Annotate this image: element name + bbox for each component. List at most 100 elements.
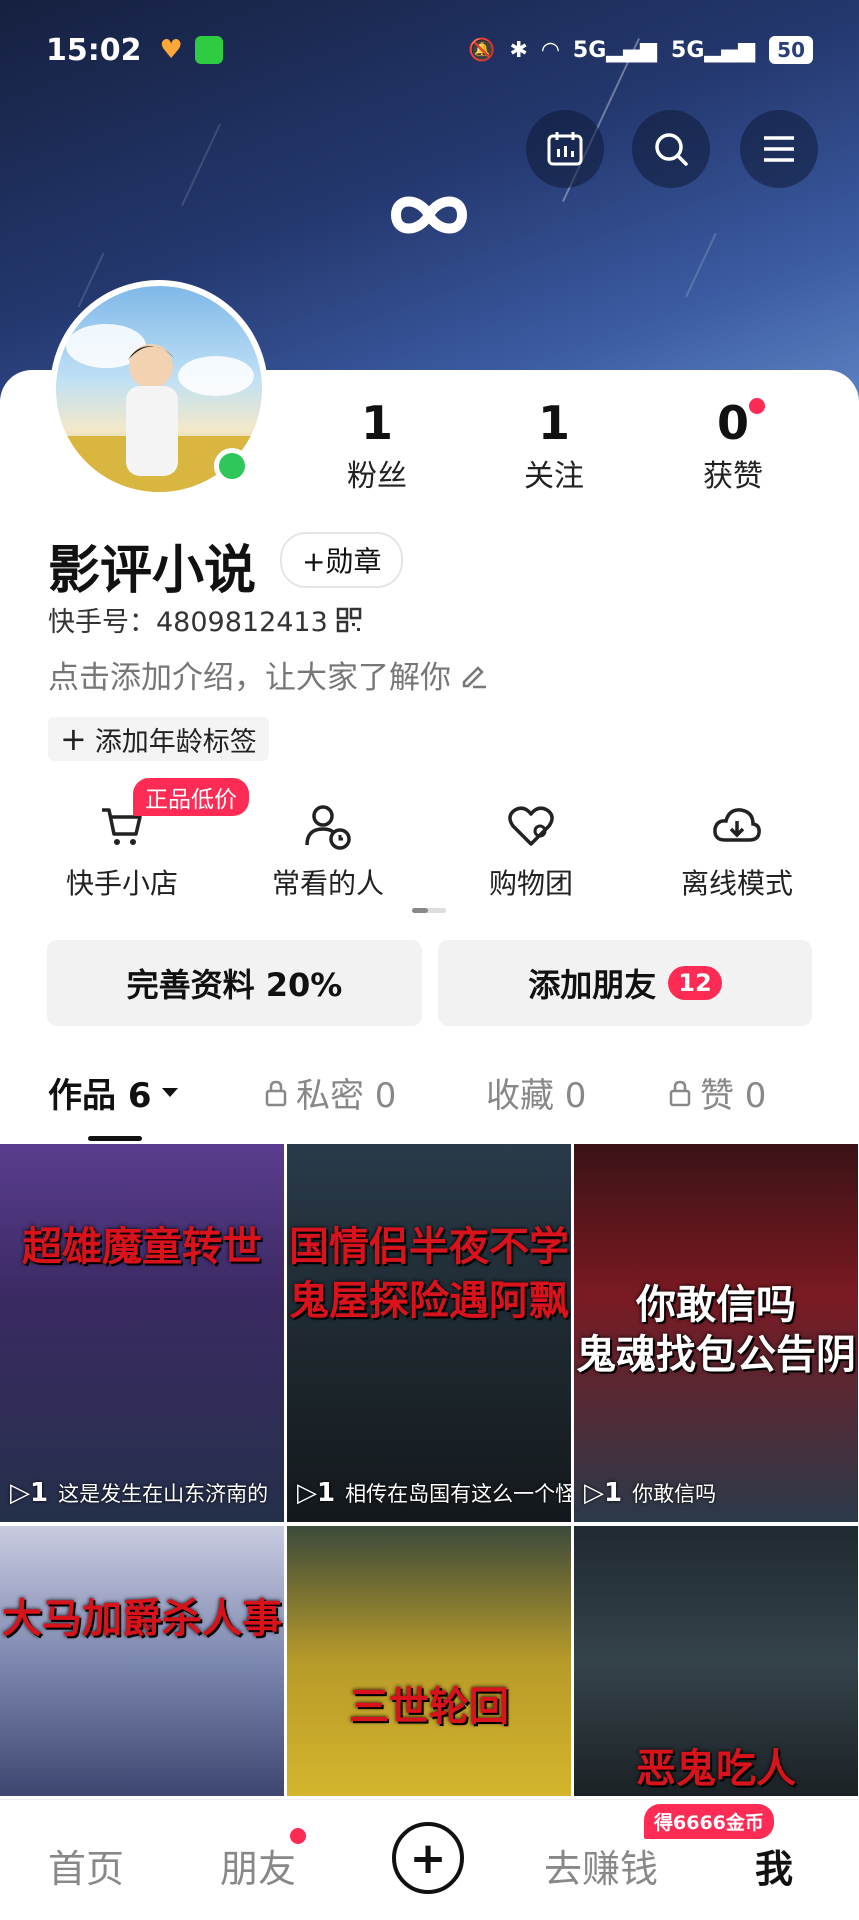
video-thumbnail[interactable]: 恶鬼吃人 bbox=[574, 1526, 858, 1796]
shopping-group-button[interactable]: 购物团 bbox=[446, 796, 616, 902]
add-medal-button[interactable]: +勋章 bbox=[280, 532, 404, 588]
video-footer: ▷1 相传在岛国有这么一个怪谈 bbox=[297, 1478, 571, 1508]
frequently-viewed-label: 常看的人 bbox=[271, 867, 384, 900]
offline-mode-label: 离线模式 bbox=[680, 867, 793, 900]
tab-likes-label: 赞 0 bbox=[700, 1076, 767, 1116]
play-count: ▷1 bbox=[297, 1478, 336, 1508]
plus-icon: + bbox=[409, 1832, 447, 1884]
nav-home[interactable]: 首页 bbox=[48, 1838, 124, 1893]
video-thumbnail[interactable]: 三世轮回 bbox=[287, 1526, 571, 1796]
battery-indicator: 50 bbox=[769, 36, 813, 64]
offline-mode-button[interactable]: 离线模式 bbox=[652, 796, 822, 902]
search-button[interactable] bbox=[632, 110, 710, 188]
likes-count: 0 bbox=[716, 396, 749, 450]
video-caption: 三世轮回 bbox=[349, 1684, 509, 1730]
shopping-group-label: 购物团 bbox=[488, 867, 573, 900]
add-age-tag-button[interactable]: + 添加年龄标签 bbox=[48, 717, 269, 761]
bottom-navigation: 首页 朋友 + 去赚钱 得6666金币 我 bbox=[0, 1799, 859, 1920]
play-count: ▷1 bbox=[10, 1478, 49, 1508]
video-subtitle: 相传在岛国有这么一个怪谈 bbox=[345, 1482, 571, 1506]
add-friend-count-badge: 12 bbox=[668, 966, 722, 1000]
video-thumbnail[interactable]: 超雄魔童转世 ▷1 这是发生在山东济南的 bbox=[0, 1144, 284, 1522]
video-subtitle: 这是发生在山东济南的 bbox=[58, 1482, 269, 1506]
heart-group-icon bbox=[508, 806, 554, 846]
followers-label: 粉丝 bbox=[347, 459, 407, 494]
create-post-button[interactable]: + bbox=[392, 1822, 464, 1894]
friends-notification-dot bbox=[290, 1828, 306, 1844]
status-time: 15:02 bbox=[46, 32, 142, 68]
tab-private[interactable]: 私密 0 bbox=[264, 1068, 396, 1117]
video-caption: 恶鬼吃人 bbox=[636, 1746, 796, 1792]
plus-icon: + bbox=[60, 720, 87, 758]
signal-icon: 5G▂▄▆ bbox=[572, 37, 658, 63]
video-caption: 大马加爵杀人事 bbox=[2, 1596, 282, 1642]
mute-icon: 🔕 bbox=[468, 37, 496, 63]
calendar-button[interactable] bbox=[526, 110, 604, 188]
user-id[interactable]: 快手号：4809812413 bbox=[48, 600, 362, 639]
app-notification-icon: ♥ bbox=[159, 35, 183, 65]
video-caption-line2: 鬼屋探险遇阿飘 bbox=[289, 1278, 569, 1324]
search-icon bbox=[655, 133, 688, 166]
video-thumbnail[interactable]: 国情侣半夜不学 鬼屋探险遇阿飘 ▷1 相传在岛国有这么一个怪谈 bbox=[287, 1144, 571, 1522]
tab-favorites[interactable]: 收藏 0 bbox=[486, 1068, 586, 1117]
edit-pencil-icon bbox=[462, 665, 486, 688]
profile-tabs: 作品 6 私密 0 收藏 0 赞 0 bbox=[0, 1068, 859, 1134]
intro-text: 点击添加介绍，让大家了解你 bbox=[48, 660, 451, 696]
tab-works[interactable]: 作品 6 bbox=[48, 1068, 180, 1117]
dropdown-arrow-icon bbox=[161, 1087, 178, 1097]
coins-reward-badge: 得6666金币 bbox=[644, 1804, 774, 1839]
qr-code-icon bbox=[336, 607, 362, 632]
tab-works-label: 作品 6 bbox=[48, 1076, 152, 1116]
likes-label: 获赞 bbox=[703, 459, 763, 494]
followers-count: 1 bbox=[360, 396, 393, 450]
play-count: ▷1 bbox=[584, 1478, 623, 1508]
add-friend-label: 添加朋友 bbox=[528, 966, 657, 1004]
tab-private-label: 私密 0 bbox=[296, 1076, 397, 1116]
tab-favorites-label: 收藏 0 bbox=[486, 1076, 587, 1116]
tab-likes[interactable]: 赞 0 bbox=[668, 1068, 766, 1117]
nav-friends[interactable]: 朋友 bbox=[220, 1838, 296, 1893]
promo-badge: 正品低价 bbox=[133, 778, 249, 816]
frequently-viewed-button[interactable]: 常看的人 bbox=[243, 796, 413, 902]
profile-name: 影评小说 bbox=[48, 541, 257, 601]
add-intro-button[interactable]: 点击添加介绍，让大家了解你 bbox=[48, 652, 489, 697]
followers-stat[interactable]: 1 粉丝 bbox=[317, 395, 437, 495]
cloud-download-icon bbox=[713, 808, 761, 842]
person-clock-icon bbox=[305, 805, 351, 850]
age-tag-label: 添加年龄标签 bbox=[94, 726, 257, 758]
video-caption: 超雄魔童转世 bbox=[22, 1224, 262, 1270]
status-bar: 15:02 ♥ 🔕 ✱ ◠ 5G▂▄▆ 5G▂▄▆ 50 bbox=[46, 26, 813, 74]
calendar-icon bbox=[547, 132, 583, 166]
menu-icon bbox=[764, 136, 794, 162]
video-thumbnail[interactable]: 你敢信吗 鬼魂找包公告阴 ▷1 你敢信吗 bbox=[574, 1144, 858, 1522]
video-caption-line2: 鬼魂找包公告阴 bbox=[576, 1332, 856, 1378]
lock-icon bbox=[265, 1080, 287, 1106]
video-footer: ▷1 这是发生在山东济南的 bbox=[10, 1478, 278, 1508]
wifi-icon: ◠ bbox=[541, 37, 559, 63]
lock-icon bbox=[669, 1080, 691, 1106]
add-friend-button[interactable]: 添加朋友 12 bbox=[438, 940, 812, 1026]
bluetooth-icon: ✱ bbox=[509, 37, 528, 63]
video-caption: 国情侣半夜不学 bbox=[289, 1224, 569, 1270]
following-count: 1 bbox=[537, 396, 570, 450]
infinity-logo-icon bbox=[390, 196, 468, 234]
following-label: 关注 bbox=[524, 459, 584, 494]
likes-stat[interactable]: 0 获赞 bbox=[673, 395, 793, 495]
likes-notification-dot bbox=[749, 398, 765, 414]
active-tab-indicator bbox=[88, 1136, 142, 1141]
app-notification-icon-2 bbox=[194, 36, 223, 64]
complete-profile-button[interactable]: 完善资料 20% bbox=[47, 940, 422, 1026]
signal-icon-2: 5G▂▄▆ bbox=[671, 37, 756, 63]
nav-me[interactable]: 我 bbox=[755, 1838, 793, 1893]
user-id-text: 快手号：4809812413 bbox=[48, 607, 328, 638]
video-footer: ▷1 你敢信吗 bbox=[584, 1478, 852, 1508]
online-status-dot bbox=[214, 448, 250, 484]
nav-earn[interactable]: 去赚钱 bbox=[544, 1838, 658, 1893]
video-thumbnail[interactable]: 大马加爵杀人事 bbox=[0, 1526, 284, 1796]
menu-button[interactable] bbox=[740, 110, 818, 188]
complete-profile-label: 完善资料 20% bbox=[126, 966, 343, 1004]
video-subtitle: 你敢信吗 bbox=[632, 1482, 717, 1506]
following-stat[interactable]: 1 关注 bbox=[494, 395, 614, 495]
shop-label: 快手小店 bbox=[65, 867, 178, 900]
function-row-page-indicator bbox=[412, 908, 446, 913]
